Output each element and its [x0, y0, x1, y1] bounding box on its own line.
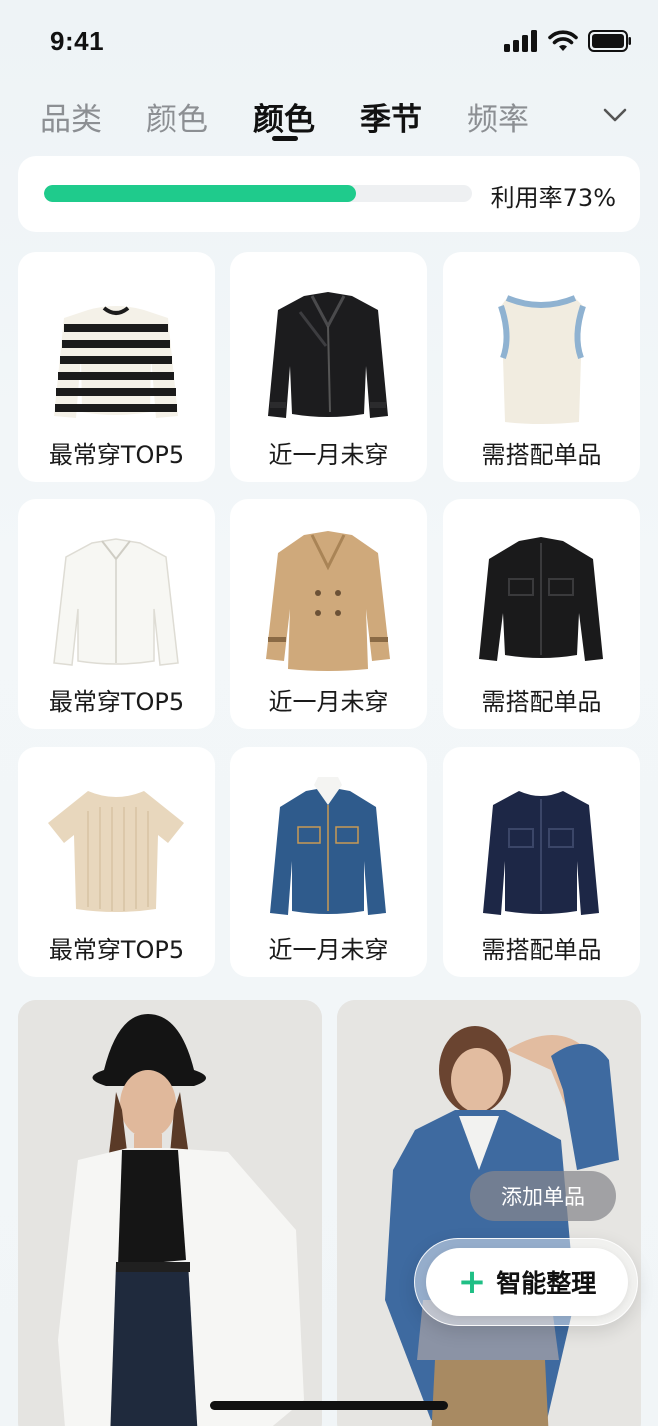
item-card[interactable]: 最常穿TOP5 [18, 747, 215, 977]
item-card[interactable]: 近一月未穿 [230, 499, 427, 729]
smart-organize-label: 智能整理 [496, 1269, 597, 1298]
item-card[interactable]: 最常穿TOP5 [18, 499, 215, 729]
smart-organize-button[interactable]: + 智能整理 [426, 1248, 628, 1316]
trench-coat-icon [266, 531, 390, 671]
white-shirt-icon [53, 538, 179, 666]
signal-icon [504, 30, 537, 52]
utilization-card: 利用率73% [18, 156, 640, 232]
black-jacket-icon [479, 537, 603, 661]
tab-color-active[interactable]: 颜色 [253, 94, 315, 139]
category-tabs: 品类 颜色 颜色 季节 频率 [0, 86, 658, 146]
tab-color[interactable]: 颜色 [146, 94, 208, 139]
item-label: 需搭配单品 [481, 688, 602, 716]
item-card[interactable]: 需搭配单品 [443, 747, 640, 977]
model-bucket-hat-outfit-icon [18, 1000, 322, 1426]
navy-jacket-icon [483, 791, 599, 915]
item-card[interactable]: 近一月未穿 [230, 252, 427, 482]
item-card[interactable]: 需搭配单品 [443, 252, 640, 482]
item-card[interactable]: 需搭配单品 [443, 499, 640, 729]
knit-vest-icon [498, 295, 586, 424]
leather-jacket-icon [268, 292, 388, 418]
active-tab-indicator [272, 136, 298, 141]
battery-icon [588, 30, 631, 52]
status-icons [504, 30, 632, 52]
status-time: 9:41 [50, 26, 105, 56]
add-item-button[interactable]: 添加单品 [470, 1171, 616, 1221]
outfit-card[interactable] [18, 1000, 322, 1426]
item-label: 需搭配单品 [481, 441, 602, 469]
chevron-down-icon[interactable] [598, 98, 632, 132]
item-label: 最常穿TOP5 [48, 688, 185, 716]
tab-category[interactable]: 品类 [40, 94, 102, 139]
striped-sweater-icon [54, 306, 178, 418]
utilization-progress-bar [44, 185, 472, 202]
item-label: 最常穿TOP5 [48, 936, 185, 964]
item-card[interactable]: 最常穿TOP5 [18, 252, 215, 482]
tab-season[interactable]: 季节 [360, 94, 422, 139]
utilization-label: 利用率73% [490, 184, 616, 212]
tab-frequency[interactable]: 频率 [467, 94, 529, 139]
home-indicator [210, 1401, 448, 1410]
item-card[interactable]: 近一月未穿 [230, 747, 427, 977]
utilization-progress-fill [44, 185, 357, 202]
item-label: 近一月未穿 [268, 936, 389, 964]
status-bar: 9:41 [0, 0, 658, 80]
item-label: 近一月未穿 [268, 688, 389, 716]
wifi-icon [548, 30, 578, 51]
knit-tee-icon [48, 791, 184, 912]
item-label: 近一月未穿 [268, 441, 389, 469]
item-label: 最常穿TOP5 [48, 441, 185, 469]
denim-jacket-icon [270, 777, 386, 915]
item-label: 需搭配单品 [481, 936, 602, 964]
plus-icon: + [457, 1262, 487, 1302]
